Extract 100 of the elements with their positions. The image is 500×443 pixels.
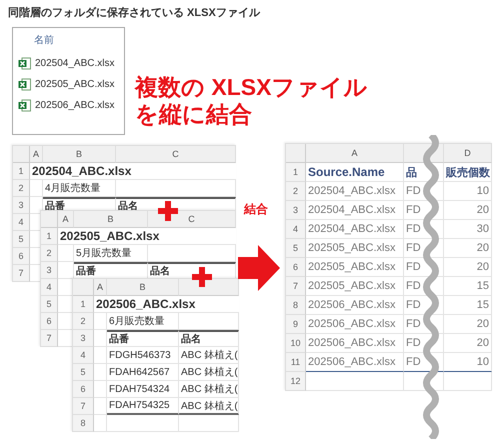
empty-cell — [94, 313, 107, 330]
table-cell: 10 — [444, 353, 492, 372]
row-number: 7 — [73, 398, 94, 415]
table-cell: FD — [404, 182, 444, 201]
table-cell: FD — [404, 258, 444, 277]
empty-cell — [94, 347, 107, 364]
table-cell: FDGH546373 — [107, 347, 179, 364]
arrow-label: 結合 — [244, 201, 268, 218]
table-cell: 202506_ABC.xlsx — [306, 315, 404, 334]
table-cell: 20 — [444, 201, 492, 220]
file-name: 202505_ABC.xlsx — [58, 228, 236, 245]
table-cell: FDAH642567 — [107, 364, 179, 381]
corner-cell[interactable] — [41, 211, 58, 228]
table-cell: 20 — [444, 239, 492, 258]
row-number: 6 — [73, 381, 94, 398]
table-cell: FD — [404, 353, 444, 372]
table-cell: 202505_ABC.xlsx — [306, 277, 404, 296]
table-cell: 20 — [444, 315, 492, 334]
row-number: 7 — [286, 277, 306, 296]
header-cell: Source.Name — [306, 163, 404, 182]
table-cell: FD — [404, 201, 444, 220]
table-cell: 202506_ABC.xlsx — [306, 296, 404, 315]
column-header: A — [30, 146, 43, 163]
empty-cell — [94, 330, 107, 347]
plus-icon — [158, 201, 178, 221]
row-number: 4 — [73, 347, 94, 364]
row-number: 1 — [41, 228, 58, 245]
column-header: B — [43, 146, 116, 163]
row-number: 3 — [41, 262, 58, 279]
empty-cell — [30, 180, 43, 197]
header-cell: 品 — [404, 163, 444, 182]
empty-cell — [94, 381, 107, 398]
table-cell: 202506_ABC.xlsx — [306, 353, 404, 372]
row-number: 5 — [41, 296, 58, 313]
header-cell: 品名 — [179, 330, 239, 347]
row-number: 4 — [41, 279, 58, 296]
table-cell: FDAH754325 — [107, 398, 179, 415]
table-cell: 202506_ABC.xlsx — [306, 334, 404, 353]
row-number: 12 — [286, 372, 306, 391]
row-number: 2 — [73, 313, 94, 330]
empty-cell — [94, 364, 107, 381]
header-cell: 販売個数 — [444, 163, 492, 182]
table-cell: 202504_ABC.xlsx — [306, 220, 404, 239]
list-header: 名前 — [34, 34, 54, 47]
row-number: 2 — [41, 245, 58, 262]
row-number: 8 — [73, 415, 94, 432]
column-header: A — [306, 144, 404, 163]
spreadsheet-file-icon — [18, 99, 31, 112]
table-cell: 15 — [444, 277, 492, 296]
table-cell: 15 — [444, 296, 492, 315]
row-number: 7 — [13, 265, 30, 282]
column-header: B — [74, 211, 148, 228]
caption: 同階層のフォルダに保存されている XLSXファイル — [8, 6, 261, 20]
sheet-caption: 4月販売数量 — [43, 180, 116, 197]
table-cell: ABC 鉢植え( — [179, 398, 239, 415]
file-name: 202504_ABC.xlsx — [30, 163, 236, 180]
column-header: C — [148, 211, 236, 228]
column-header: C — [116, 146, 236, 163]
file-item[interactable]: 202506_ABC.xlsx — [18, 99, 114, 112]
file-name: 202506_ABC.xlsx — [94, 296, 239, 313]
row-number: 1 — [286, 163, 306, 182]
row-number: 6 — [41, 313, 58, 330]
row-number: 5 — [286, 239, 306, 258]
column-header: A — [58, 211, 74, 228]
sheet-caption: 5月販売数量 — [74, 245, 148, 262]
corner-cell[interactable] — [73, 279, 94, 296]
table-cell: FD — [404, 296, 444, 315]
row-number: 4 — [286, 220, 306, 239]
table-cell: ABC 鉢植え( — [179, 381, 239, 398]
sheet-caption: 6月販売数量 — [107, 313, 179, 330]
file-item[interactable]: 202504_ABC.xlsx — [18, 57, 114, 70]
table-cell: 202505_ABC.xlsx — [306, 239, 404, 258]
column-header: D — [444, 144, 492, 163]
row-number: 1 — [73, 296, 94, 313]
table-cell: 30 — [444, 220, 492, 239]
file-item[interactable]: 202505_ABC.xlsx — [18, 78, 114, 91]
table-cell: 10 — [444, 182, 492, 201]
table-cell: FD — [404, 315, 444, 334]
column-header: B — [107, 279, 179, 296]
table-cell: FD — [404, 220, 444, 239]
table-cell: 202504_ABC.xlsx — [306, 201, 404, 220]
empty-cell — [94, 398, 107, 415]
empty-cell — [58, 245, 74, 262]
corner-cell[interactable] — [286, 144, 306, 163]
column-header: A — [94, 279, 107, 296]
headline: を縦に結合 — [135, 101, 253, 128]
row-number: 6 — [286, 258, 306, 277]
plus-icon — [192, 267, 212, 287]
row-number: 5 — [13, 231, 30, 248]
row-number: 3 — [286, 201, 306, 220]
table-cell: FDAH754324 — [107, 381, 179, 398]
row-number: 6 — [13, 248, 30, 265]
row-number: 7 — [41, 330, 58, 347]
row-number: 3 — [13, 197, 30, 214]
spreadsheet-file-icon — [18, 78, 31, 91]
table-cell: ABC 鉢植え( — [179, 347, 239, 364]
row-number: 3 — [73, 330, 94, 347]
row-number: 2 — [286, 182, 306, 201]
corner-cell[interactable] — [13, 146, 30, 163]
table-cell: FD — [404, 277, 444, 296]
